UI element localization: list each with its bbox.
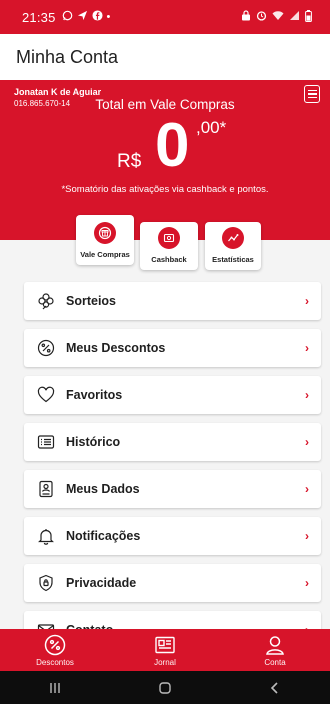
profile-card-icon	[36, 479, 56, 499]
chevron-right-icon: ›	[305, 482, 309, 496]
menu-item-label: Notificações	[66, 529, 141, 543]
menu-item-label: Histórico	[66, 435, 121, 449]
tile-estatisticas[interactable]: Estatísticas	[205, 222, 261, 270]
shield-icon	[36, 573, 56, 593]
balance-title: Total em Vale Compras	[95, 97, 235, 112]
app-header: Minha Conta	[0, 34, 330, 80]
menu-item-historico[interactable]: Histórico ›	[24, 423, 321, 461]
chevron-right-icon: ›	[305, 529, 309, 543]
user-icon	[265, 634, 285, 656]
balance-decimal: ,00*	[196, 118, 227, 137]
discount-icon	[44, 634, 66, 656]
menu-item-sorteios[interactable]: Sorteios ›	[24, 282, 321, 320]
tile-label: Estatísticas	[212, 255, 254, 264]
menu-item-label: Meus Descontos	[66, 341, 166, 355]
nav-label: Jornal	[154, 657, 176, 667]
tile-vale-compras[interactable]: Vale Compras	[76, 215, 134, 265]
menu-item-meus-descontos[interactable]: Meus Descontos ›	[24, 329, 321, 367]
chevron-right-icon: ›	[305, 435, 309, 449]
newspaper-icon	[155, 634, 175, 656]
menu-item-label: Privacidade	[66, 576, 137, 590]
chevron-right-icon: ›	[305, 576, 309, 590]
balance-integer: 0	[155, 111, 190, 180]
status-left-icons: •	[62, 10, 111, 24]
cashback-icon	[158, 227, 180, 249]
list-icon	[36, 432, 56, 452]
menu-item-label: Favoritos	[66, 388, 123, 402]
tile-label: Cashback	[151, 255, 187, 264]
balance-currency: R$	[117, 151, 142, 172]
balance-note: *Somatório das ativações via cashback e …	[61, 184, 269, 195]
chevron-right-icon: ›	[305, 388, 309, 402]
menu-item-meus-dados[interactable]: Meus Dados ›	[24, 470, 321, 508]
back-button[interactable]	[245, 681, 305, 695]
chevron-right-icon: ›	[305, 341, 309, 355]
discount-icon	[36, 338, 56, 358]
system-nav	[0, 671, 330, 704]
menu-item-privacidade[interactable]: Privacidade ›	[24, 564, 321, 602]
heart-icon	[36, 385, 56, 405]
dot-icon: •	[106, 11, 111, 23]
balance-amount: R$ 0 ,00*	[0, 114, 330, 178]
status-right-icons	[241, 9, 312, 25]
user-name: Jonatan K de Aguiar	[14, 87, 102, 97]
stats-icon	[222, 227, 244, 249]
nav-label: Conta	[264, 657, 286, 667]
voucher-icon	[94, 222, 116, 244]
chevron-right-icon: ›	[305, 294, 309, 308]
menu-item-favoritos[interactable]: Favoritos ›	[24, 376, 321, 414]
menu-item-label: Sorteios	[66, 294, 117, 308]
status-time: 21:35	[22, 9, 56, 25]
nav-label: Descontos	[36, 657, 74, 667]
tile-cashback[interactable]: Cashback	[140, 222, 198, 270]
clover-icon	[36, 291, 56, 311]
navigation-icon	[77, 10, 88, 24]
menu-item-label: Meus Dados	[66, 482, 140, 496]
nav-conta[interactable]: Conta	[220, 629, 330, 671]
bell-icon	[36, 526, 56, 546]
screen: 21:35 • Minha Conta Jonatan K de Aguiar …	[0, 0, 330, 704]
bottom-nav: Descontos Jornal Conta	[0, 629, 330, 671]
whatsapp-icon	[62, 10, 73, 24]
tile-label: Vale Compras	[80, 250, 130, 259]
nav-jornal[interactable]: Jornal	[110, 629, 220, 671]
facebook-icon	[92, 10, 103, 24]
status-bar: 21:35 •	[0, 0, 330, 34]
battery-icon	[305, 9, 312, 25]
menu-item-notificacoes[interactable]: Notificações ›	[24, 517, 321, 555]
page-title: Minha Conta	[16, 46, 119, 67]
quick-actions: Vale Compras Cashback Estatísticas	[0, 215, 330, 271]
home-button[interactable]	[135, 681, 195, 695]
wifi-icon	[272, 10, 284, 24]
lock-icon	[241, 10, 251, 24]
nav-descontos[interactable]: Descontos	[0, 629, 110, 671]
recents-button[interactable]	[25, 681, 85, 695]
alarm-icon	[256, 10, 267, 24]
signal-icon	[289, 10, 300, 24]
